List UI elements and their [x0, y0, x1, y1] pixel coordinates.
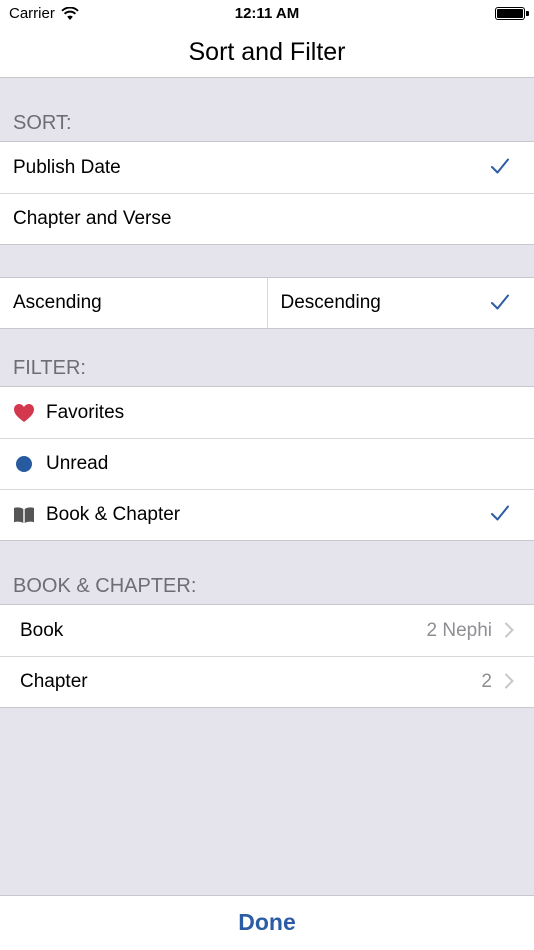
chapter-label: Chapter: [20, 670, 88, 692]
chevron-right-icon: [505, 622, 514, 638]
filter-option-favorites[interactable]: Favorites: [0, 387, 534, 438]
book-selector-row[interactable]: Book 2 Nephi: [0, 605, 534, 656]
order-ascending-label: Ascending: [13, 292, 102, 313]
chapter-value: 2: [481, 670, 492, 692]
book-label: Book: [20, 619, 64, 641]
nav-bar: Sort and Filter: [0, 28, 534, 78]
bottom-toolbar: Done: [0, 895, 534, 950]
filter-option-book-chapter[interactable]: Book & Chapter: [0, 489, 534, 540]
chevron-right-icon: [505, 673, 514, 689]
book-chapter-section-header: BOOK & CHAPTER:: [13, 575, 197, 597]
sort-order-group: Ascending Descending: [0, 277, 534, 329]
filter-section-header: FILTER:: [13, 357, 86, 379]
chapter-selector-row[interactable]: Chapter 2: [0, 656, 534, 707]
filter-option-label: Favorites: [46, 401, 125, 423]
sort-options-group: Publish Date Chapter and Verse: [0, 141, 534, 245]
sort-option-label: Chapter and Verse: [13, 207, 172, 229]
checkmark-icon: [491, 294, 509, 310]
book-value: 2 Nephi: [426, 619, 493, 641]
filter-option-label: Book & Chapter: [46, 503, 181, 525]
status-bar: Carrier 12:11 AM: [0, 0, 534, 28]
order-descending-button[interactable]: Descending: [266, 278, 534, 328]
battery-icon: [495, 7, 529, 20]
filter-options-group: Favorites Unread Book & Chapter: [0, 386, 534, 541]
done-button[interactable]: Done: [238, 909, 296, 936]
filter-option-unread[interactable]: Unread: [0, 438, 534, 489]
page-title: Sort and Filter: [188, 38, 346, 66]
book-chapter-group: Book 2 Nephi Chapter 2: [0, 604, 534, 708]
checkmark-icon: [491, 158, 509, 174]
sort-option-label: Publish Date: [13, 156, 121, 178]
order-ascending-button[interactable]: Ascending: [0, 278, 267, 328]
checkmark-icon: [491, 505, 509, 521]
sort-option-chapter-verse[interactable]: Chapter and Verse: [0, 193, 534, 244]
status-time: 12:11 AM: [234, 5, 300, 22]
sort-section-header: SORT:: [13, 112, 72, 134]
order-descending-label: Descending: [280, 292, 381, 313]
heart-icon: [13, 402, 35, 424]
filter-option-label: Unread: [46, 452, 109, 474]
dot-icon: [13, 453, 35, 475]
book-icon: [13, 504, 35, 526]
sort-option-publish-date[interactable]: Publish Date: [0, 142, 534, 193]
